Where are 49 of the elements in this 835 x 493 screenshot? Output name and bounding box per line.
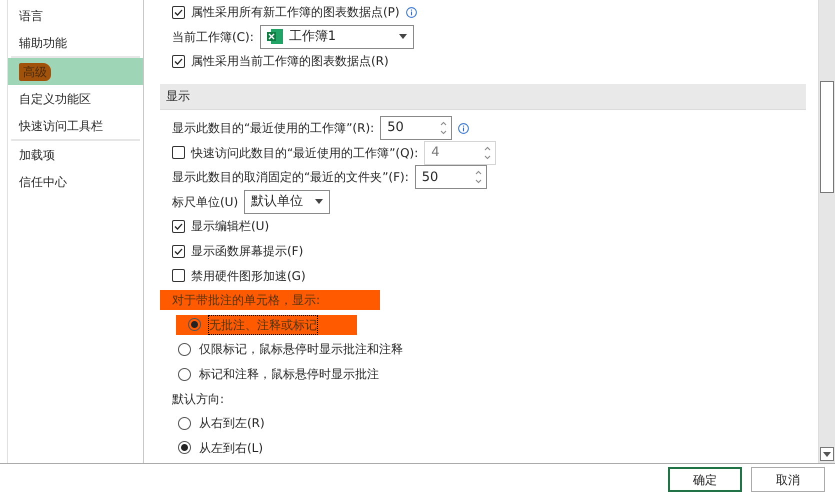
checkbox[interactable] [172, 220, 185, 233]
number-field[interactable]: 50 [414, 165, 487, 190]
caret-icon [315, 199, 324, 204]
option-label: 显示函数屏幕提示(F) [191, 243, 304, 260]
field-label: 显示此数目的取消固定的“最近的文件夹”(F): [172, 169, 409, 186]
sidebar-item[interactable]: 快速访问工具栏 [8, 112, 143, 139]
radio-button[interactable] [178, 342, 191, 356]
sidebar-item[interactable]: 加载项 [8, 141, 143, 168]
option-label: 仅限标记，鼠标悬停时显示批注和注释 [199, 341, 403, 358]
scroll-down-icon [823, 452, 831, 456]
radio-button[interactable] [188, 318, 201, 332]
radio-button[interactable] [178, 416, 191, 430]
sidebar-item[interactable]: 语言 [8, 2, 143, 29]
option-label: 禁用硬件图形加速(G) [191, 268, 306, 285]
spinner-arrows-icon [440, 121, 448, 136]
dropdown[interactable]: 默认单位 [244, 190, 330, 214]
option-label: 从左到右(L) [199, 440, 264, 457]
group-label: 对于带批注的单元格，显示: [160, 290, 380, 310]
option-label: 属性采用所有新工作簿的图表数据点(P) [191, 4, 400, 22]
radio-button[interactable] [178, 368, 191, 381]
checkbox[interactable] [172, 54, 185, 68]
spreadsheet-icon [266, 29, 283, 44]
option-label: 属性采用当前工作簿的图表数据点(R) [191, 53, 389, 70]
field-label: 显示此数目的“最近使用的工作簿”(R): [172, 120, 374, 138]
radio-button[interactable] [178, 441, 191, 454]
field-label: 当前工作簿(C): [172, 28, 254, 46]
option-label: 显示编辑栏(U) [191, 218, 270, 236]
sidebar-item[interactable]: 信任中心 [8, 168, 143, 195]
number-field[interactable]: 50 [380, 116, 452, 140]
checkbox[interactable] [172, 6, 185, 19]
option-label: 无批注、注释或标记 [209, 316, 317, 334]
scrollbar-thumb[interactable] [820, 81, 834, 193]
spinner-arrows-icon [484, 146, 492, 160]
option-label: 标记和注释，鼠标悬停时显示批注 [199, 366, 379, 384]
section-header: 显示 [160, 84, 806, 110]
field-label: 标尺单位(U) [172, 194, 238, 211]
sidebar-item[interactable]: 自定义功能区 [8, 85, 143, 112]
option-label: 从右到左(R) [199, 415, 265, 432]
checkbox[interactable] [172, 269, 185, 282]
caret-icon [398, 34, 407, 40]
sidebar-item[interactable]: 辅助功能 [8, 29, 143, 56]
cancel-button[interactable]: 取消 [751, 467, 825, 492]
scroll-down-button[interactable] [820, 447, 834, 461]
ok-button[interactable]: 确定 [668, 467, 742, 492]
group-label: 默认方向: [172, 390, 224, 408]
option-label: 快速访问此数目的“最近使用的工作簿”(Q): [191, 144, 418, 162]
spinner-arrows-icon [474, 170, 482, 184]
dropdown[interactable]: 工作簿1 [260, 24, 414, 49]
checkbox[interactable] [172, 244, 185, 258]
